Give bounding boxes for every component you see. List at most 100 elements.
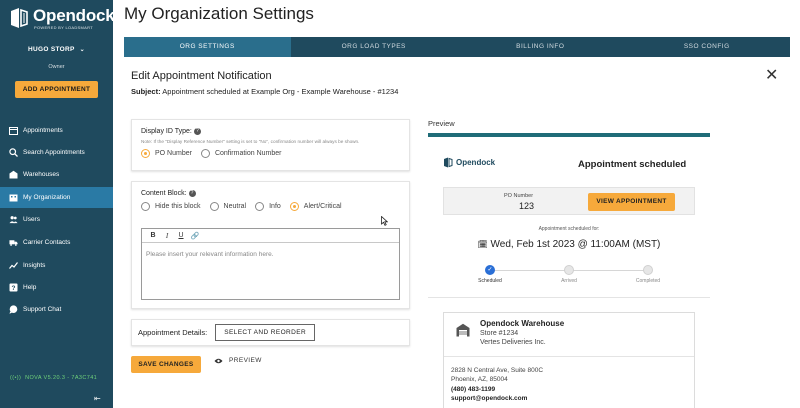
display-id-card: Display ID Type:? Note: If the "Display … (131, 119, 410, 171)
collapse-sidebar-icon[interactable]: ⇤ (94, 394, 101, 403)
sidebar-item-label: Warehouses (23, 171, 60, 178)
tab-org-load-types[interactable]: ORG LOAD TYPES (291, 37, 458, 57)
sidebar-item-appointments[interactable]: Appointments (0, 120, 113, 141)
content-block-label: Content Block: (141, 190, 187, 197)
sidebar-item-insights[interactable]: Insights (0, 255, 113, 276)
address-line-1: 2828 N Central Ave, Suite 800C (451, 367, 544, 374)
step-arrived-dot (564, 265, 574, 275)
sidebar-item-users[interactable]: Users (0, 209, 113, 230)
opendock-logo-icon (11, 8, 28, 28)
sidebar-item-help[interactable]: ? Help (0, 277, 113, 298)
sidebar-item-search-appointments[interactable]: Search Appointments (0, 142, 113, 163)
display-id-note: Note: If the "Display Reference Number" … (141, 139, 360, 144)
step-label-arrived: Arrived (561, 278, 577, 284)
radio-label: Info (269, 203, 281, 210)
content-block-options: Hide this block Neutral Info Alert/Criti… (141, 202, 400, 211)
radio-po-number[interactable]: PO Number (141, 149, 192, 158)
sidebar-item-label: Appointments (23, 127, 63, 134)
subject-value: Appointment scheduled at Example Org - E… (162, 87, 399, 96)
save-changes-button[interactable]: SAVE CHANGES (131, 356, 201, 373)
sidebar-item-carrier-contacts[interactable]: Carrier Contacts (0, 232, 113, 253)
radio-icon (209, 202, 219, 211)
truck-icon (9, 238, 18, 247)
user-role: Owner (48, 64, 65, 70)
radio-confirmation-number[interactable]: Confirmation Number (200, 149, 282, 158)
radio-hide-block[interactable]: Hide this block (141, 202, 201, 211)
warehouse-icon (9, 170, 18, 179)
help-circle-icon[interactable]: ? (193, 128, 201, 135)
warehouse-phone: (480) 483-1199 (451, 385, 496, 393)
user-menu[interactable]: HUGO STORP ⌄ (0, 46, 113, 53)
preview-button[interactable]: PREVIEW (214, 357, 262, 364)
scheduled-for-label: Appointment scheduled for: (538, 226, 600, 232)
sidebar-item-label: Users (23, 216, 40, 223)
radio-label: Confirmation Number (214, 150, 282, 157)
settings-tabs: ORG SETTINGS ORG LOAD TYPES BILLING INFO… (124, 37, 790, 57)
tab-org-settings[interactable]: ORG SETTINGS (124, 37, 291, 57)
link-icon[interactable]: 🔗 (188, 232, 202, 240)
view-appointment-button[interactable]: VIEW APPOINTMENT (588, 193, 675, 211)
subject-label: Subject: (131, 87, 161, 96)
close-icon[interactable]: ✕ (765, 65, 778, 85)
email-heading: Appointment scheduled (578, 159, 687, 170)
radio-icon (289, 202, 299, 211)
editor-toolbar: B I U 🔗 (142, 229, 399, 243)
warehouse-address: 2828 N Central Ave, Suite 800C Phoenix, … (451, 366, 543, 403)
italic-button[interactable]: I (160, 232, 174, 240)
warehouse-company: Vertes Deliveries Inc. (480, 339, 546, 346)
warehouse-icon (456, 323, 470, 337)
tab-billing-info[interactable]: BILLING INFO (457, 37, 624, 57)
search-icon (9, 148, 18, 157)
warehouse-email[interactable]: support@opendock.com (451, 395, 527, 402)
radio-neutral[interactable]: Neutral (209, 202, 247, 211)
scheduled-time-text: Wed, Feb 1st 2023 @ 11:00AM (MST) (490, 239, 661, 250)
sidebar-item-label: Insights (23, 262, 46, 269)
radio-icon (141, 202, 150, 211)
radio-label: PO Number (155, 150, 192, 157)
appointment-details-label: Appointment Details: (138, 328, 208, 337)
step-completed-dot (643, 265, 653, 275)
sidebar-item-label: Support Chat (23, 306, 62, 313)
sidebar-item-label: Help (23, 284, 37, 291)
address-line-2: Phoenix, AZ, 85004 (451, 376, 508, 384)
step-scheduled-check-icon: ✓ (485, 265, 495, 275)
editor-content[interactable]: Please insert your relevant information … (142, 243, 399, 266)
tab-sso-config[interactable]: SSO CONFIG (624, 37, 791, 57)
bold-button[interactable]: B (146, 232, 160, 239)
email-logo: Opendock (443, 157, 495, 168)
radio-icon (200, 149, 210, 158)
sidebar-item-my-organization[interactable]: My Organization (0, 187, 113, 208)
radio-label: Hide this block (155, 203, 201, 210)
organization-icon (9, 193, 18, 202)
sidebar-item-label: My Organization (23, 194, 71, 201)
help-circle-icon[interactable]: ? (188, 190, 196, 197)
radio-label: Neutral (223, 203, 247, 210)
underline-button[interactable]: U (174, 232, 188, 239)
po-value: 123 (519, 201, 535, 211)
radio-alert-critical[interactable]: Alert/Critical (289, 202, 342, 211)
sidebar-item-support-chat[interactable]: Support Chat (0, 299, 113, 320)
display-id-row: Display ID Type:? (141, 128, 400, 135)
email-logo-name: Opendock (456, 158, 496, 167)
logo[interactable]: Opendock POWERED BY LOADSMART (9, 7, 115, 30)
sidebar: Opendock POWERED BY LOADSMART HUGO STORP… (0, 0, 115, 408)
page-title: My Organization Settings (124, 4, 314, 23)
radio-icon (255, 202, 265, 211)
add-appointment-button[interactable]: ADD APPOINTMENT (15, 81, 98, 98)
radio-info[interactable]: Info (255, 202, 281, 211)
warehouse-card: Opendock Warehouse Store #1234 Vertes De… (443, 312, 695, 408)
select-and-reorder-button[interactable]: SELECT AND REORDER (215, 324, 316, 341)
content-block-card: Content Block:? Hide this block Neutral … (131, 181, 410, 309)
warehouse-name: Opendock Warehouse (480, 319, 565, 328)
sidebar-item-label: Carrier Contacts (23, 239, 71, 246)
warehouse-store: Store #1234 (480, 330, 519, 337)
radio-icon (141, 149, 150, 158)
scheduled-time: 🗓 Wed, Feb 1st 2023 @ 11:00AM (MST) (428, 239, 710, 250)
opendock-logo-icon (444, 157, 453, 168)
po-label: PO Number (504, 193, 534, 199)
po-box: PO Number 123 VIEW APPOINTMENT (443, 187, 695, 215)
preview-button-label: PREVIEW (229, 357, 262, 364)
sidebar-item-warehouses[interactable]: Warehouses (0, 164, 113, 185)
svg-text:?: ? (12, 285, 16, 292)
help-icon: ? (9, 283, 18, 292)
